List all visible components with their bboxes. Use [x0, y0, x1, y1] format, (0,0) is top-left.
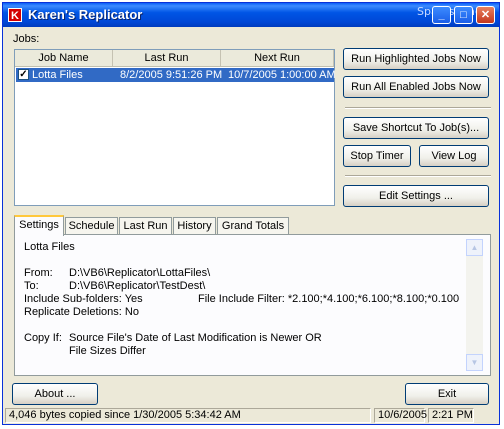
tab-history[interactable]: History — [173, 217, 216, 235]
window-title: Karen's Replicator — [28, 7, 143, 22]
tab-settings[interactable]: Settings — [14, 215, 64, 236]
view-log-button[interactable]: View Log — [419, 145, 489, 167]
button-separator — [345, 175, 491, 177]
column-header-next-run[interactable]: Next Run — [221, 50, 334, 66]
app-logo-icon[interactable]: K — [8, 8, 22, 22]
from-label: From: — [24, 267, 53, 279]
from-path: D:\VB6\Replicator\LottaFiles\ — [69, 267, 211, 279]
column-header-last-run[interactable]: Last Run — [113, 50, 221, 66]
jobs-list[interactable]: Job Name Last Run Next Run ✓ Lotta Files… — [14, 49, 336, 206]
edit-settings-button[interactable]: Edit Settings ... — [343, 185, 489, 207]
include-subfolders-text: Include Sub-folders: Yes — [24, 293, 143, 305]
copy-if-label: Copy If: — [24, 332, 62, 344]
tab-schedule[interactable]: Schedule — [65, 217, 118, 235]
jobs-label: Jobs: — [13, 33, 40, 45]
settings-panel: Lotta Files From: D:\VB6\Replicator\Lott… — [14, 234, 491, 376]
job-row[interactable]: ✓ Lotta Files 8/2/2005 9:51:26 PM 10/7/2… — [16, 68, 336, 82]
settings-job-name: Lotta Files — [24, 241, 75, 253]
status-bar: 4,046 bytes copied since 1/30/2005 5:34:… — [3, 407, 499, 424]
tab-last-run[interactable]: Last Run — [119, 217, 172, 235]
scroll-down-icon[interactable]: ▼ — [466, 354, 483, 371]
to-label: To: — [24, 280, 39, 292]
run-highlighted-jobs-button[interactable]: Run Highlighted Jobs Now — [343, 48, 489, 70]
job-next-run-cell: 10/7/2005 1:00:00 AM — [228, 69, 336, 81]
main-window: K Karen's Replicator SparksSpace _ □ ✕ J… — [2, 2, 500, 425]
title-bar[interactable]: K Karen's Replicator SparksSpace _ □ ✕ — [3, 3, 499, 27]
status-message: 4,046 bytes copied since 1/30/2005 5:34:… — [5, 408, 371, 423]
about-button[interactable]: About ... — [12, 383, 98, 405]
close-button[interactable]: ✕ — [476, 6, 495, 24]
to-path: D:\VB6\Replicator\TestDest\ — [69, 280, 206, 292]
status-time: 2:21 PM — [428, 408, 474, 423]
column-header-job-name[interactable]: Job Name — [15, 50, 113, 66]
maximize-button[interactable]: □ — [454, 6, 473, 24]
button-separator — [345, 107, 491, 109]
settings-scrollbar[interactable]: ▲ ▼ — [466, 239, 483, 371]
replicate-deletions-text: Replicate Deletions: No — [24, 306, 139, 318]
save-shortcut-button[interactable]: Save Shortcut To Job(s)... — [343, 117, 489, 139]
exit-button[interactable]: Exit — [405, 383, 489, 405]
copy-if-condition-cont: File Sizes Differ — [69, 345, 146, 357]
jobs-list-header: Job Name Last Run Next Run — [15, 50, 334, 67]
run-all-enabled-jobs-button[interactable]: Run All Enabled Jobs Now — [343, 76, 489, 98]
scroll-up-icon[interactable]: ▲ — [466, 239, 483, 256]
minimize-button[interactable]: _ — [432, 6, 451, 24]
job-last-run-cell: 8/2/2005 9:51:26 PM — [120, 69, 223, 81]
status-date: 10/6/2005 — [374, 408, 427, 423]
file-include-filter-text: File Include Filter: *2.100;*4.100;*6.10… — [198, 293, 460, 305]
tab-grand-totals[interactable]: Grand Totals — [217, 217, 289, 235]
job-enabled-checkbox[interactable]: ✓ — [18, 69, 29, 80]
copy-if-condition: Source File's Date of Last Modification … — [69, 332, 322, 344]
job-name-cell: Lotta Files — [32, 69, 83, 81]
stop-timer-button[interactable]: Stop Timer — [343, 145, 411, 167]
